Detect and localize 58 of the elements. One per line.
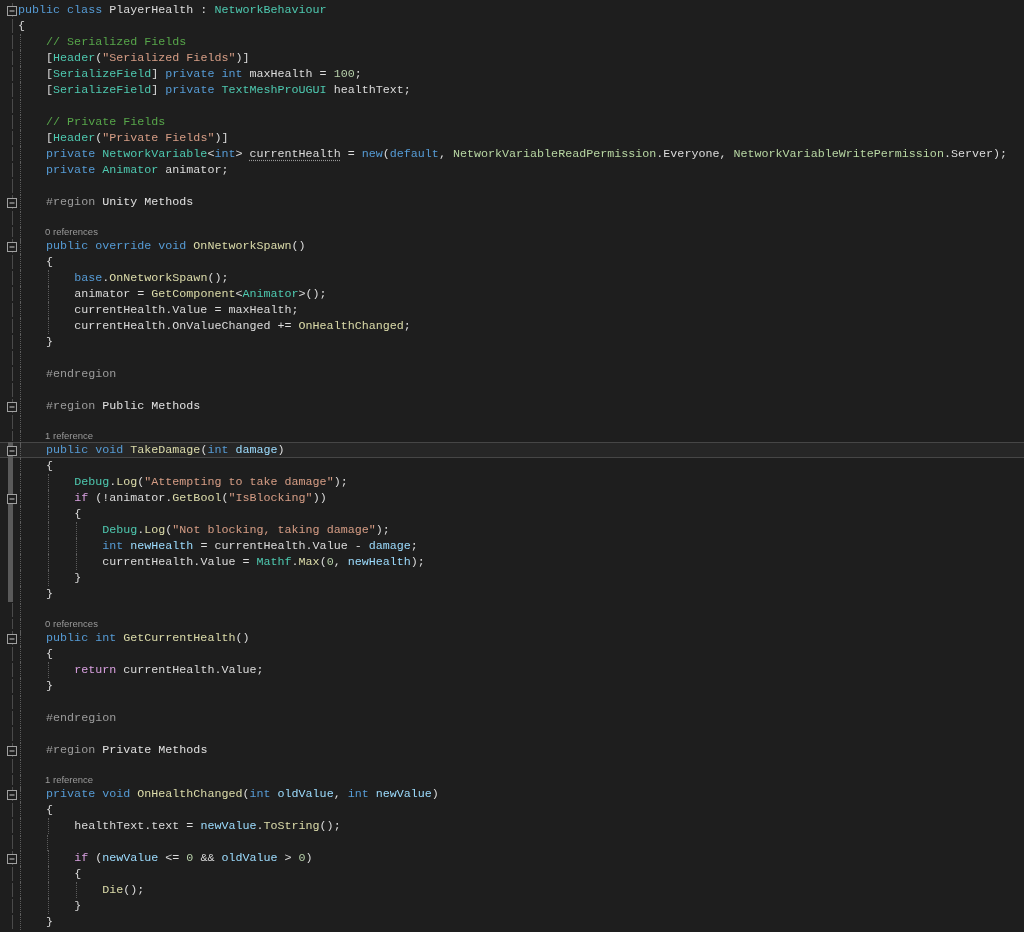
code-line: } (18, 678, 54, 694)
code-line: Debug.Log("Not blocking, taking damage"); (18, 522, 390, 538)
code-line: } (18, 898, 82, 914)
code-line: #endregion (18, 710, 117, 726)
code-line: if (!animator.GetBool("IsBlocking")) (18, 490, 327, 506)
code-line: if (newValue <= 0 && oldValue > 0) (18, 850, 313, 866)
code-line: { (18, 646, 54, 662)
code-line: Die(); (18, 882, 145, 898)
reference-count-link[interactable]: 1 reference (45, 774, 94, 786)
code-line: int newHealth = currentHealth.Value - damage; (18, 538, 418, 554)
code-line: public void TakeDamage(int damage) (18, 442, 285, 458)
code-line: animator = GetComponent<Animator>(); (18, 286, 327, 302)
code-line: #region Private Methods (18, 742, 208, 758)
reference-count-link[interactable]: 1 reference (45, 430, 94, 442)
collapse-icon[interactable] (7, 746, 17, 756)
code-line: #region Unity Methods (18, 194, 194, 210)
code-line: [Header("Serialized Fields")] (18, 50, 250, 66)
code-line: private Animator animator; (18, 162, 229, 178)
code-line: { (18, 458, 54, 474)
collapse-icon[interactable] (7, 790, 17, 800)
code-line: private void OnHealthChanged(int oldValue, int newValue) (18, 786, 439, 802)
collapse-icon[interactable] (7, 242, 17, 252)
collapse-icon[interactable] (7, 446, 17, 456)
collapse-icon[interactable] (7, 854, 17, 864)
collapse-icon[interactable] (7, 494, 17, 504)
code-line: [Header("Private Fields")] (18, 130, 229, 146)
code-line: } (18, 586, 54, 602)
code-line: private NetworkVariable<int> currentHealth = new(default, NetworkVariableReadPermission.Everyone, NetworkVariableWritePermission.Server); (18, 146, 1008, 162)
code-line: { (18, 866, 82, 882)
code-line: // Private Fields (18, 114, 166, 130)
code-line: { (18, 19, 25, 33)
collapse-icon[interactable] (7, 402, 17, 412)
code-line: { (18, 802, 54, 818)
code-line: public int GetCurrentHealth() (18, 630, 250, 646)
code-line: public override void OnNetworkSpawn() (18, 238, 306, 254)
reference-count-link[interactable]: 0 references (45, 226, 98, 238)
code-line: { (18, 254, 54, 270)
code-line: } (18, 570, 82, 586)
code-line: [SerializeField] private int maxHealth = 100; (18, 66, 362, 82)
collapse-icon[interactable] (7, 198, 17, 208)
reference-count-link[interactable]: 0 references (45, 618, 98, 630)
code-line: } (18, 334, 54, 350)
code-line: base.OnNetworkSpawn(); (18, 270, 229, 286)
code-line: // Serialized Fields (18, 34, 187, 50)
collapse-icon[interactable] (7, 634, 17, 644)
code-line: return currentHealth.Value; (18, 662, 264, 678)
code-line: [SerializeField] private TextMeshProUGUI healthText; (18, 82, 411, 98)
code-line: public class PlayerHealth : NetworkBehaviour (18, 3, 327, 17)
code-line: Debug.Log("Attempting to take damage"); (18, 474, 348, 490)
code-line: #endregion (18, 366, 117, 382)
code-line: #region Public Methods (18, 398, 201, 414)
code-line: healthText.text = newValue.ToString(); (18, 818, 341, 834)
collapse-icon[interactable] (7, 6, 17, 16)
code-line: { (18, 506, 82, 522)
code-line: currentHealth.Value = maxHealth; (18, 302, 299, 318)
code-line: currentHealth.Value = Mathf.Max(0, newHealth); (18, 554, 425, 570)
code-line: currentHealth.OnValueChanged += OnHealthChanged; (18, 318, 411, 334)
code-line: } (18, 914, 54, 930)
